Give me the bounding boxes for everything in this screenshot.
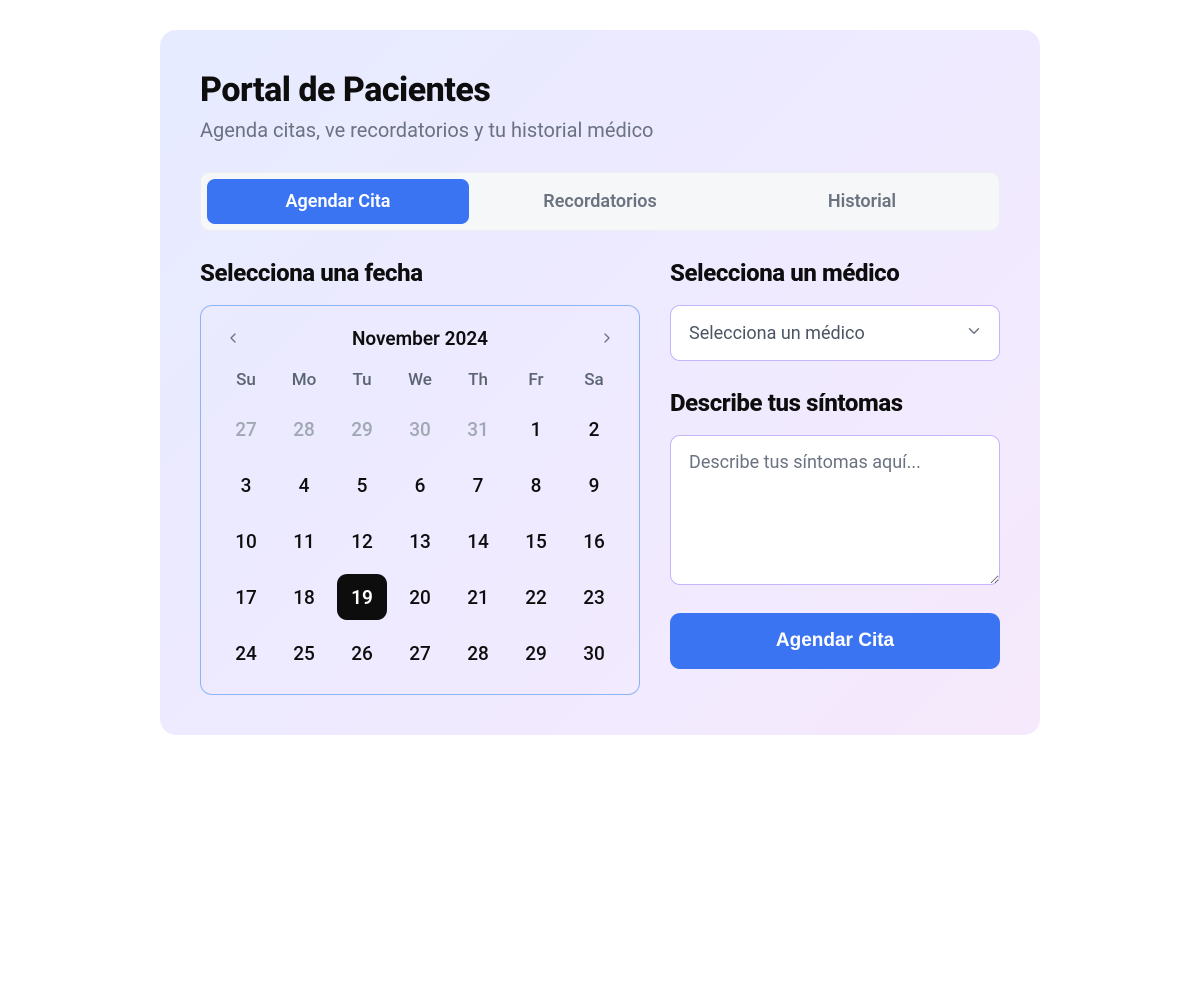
tab-history[interactable]: Historial (731, 179, 993, 224)
calendar-day[interactable]: 12 (337, 518, 387, 564)
chevron-right-icon (599, 330, 615, 346)
calendar-day-outside[interactable]: 28 (279, 406, 329, 452)
calendar-day[interactable]: 11 (279, 518, 329, 564)
calendar-grid: SuMoTuWeThFrSa27282930311234567891011121… (219, 370, 621, 670)
calendar-day[interactable]: 8 (511, 462, 561, 508)
tab-schedule[interactable]: Agendar Cita (207, 179, 469, 224)
calendar-weekday: Mo (277, 370, 331, 390)
tabs: Agendar Cita Recordatorios Historial (200, 172, 1000, 231)
calendar-day[interactable]: 20 (395, 574, 445, 620)
tab-reminders[interactable]: Recordatorios (469, 179, 731, 224)
calendar-header: November 2024 (219, 324, 621, 352)
calendar-day[interactable]: 26 (337, 630, 387, 676)
calendar-day[interactable]: 3 (221, 462, 271, 508)
calendar-day[interactable]: 7 (453, 462, 503, 508)
schedule-button[interactable]: Agendar Cita (670, 613, 1000, 669)
calendar-day[interactable]: 29 (511, 630, 561, 676)
calendar-day[interactable]: 25 (279, 630, 329, 676)
calendar-day[interactable]: 27 (395, 630, 445, 676)
form-column: Selecciona un médico Selecciona un médic… (670, 259, 1000, 695)
calendar-day[interactable]: 28 (453, 630, 503, 676)
calendar-day-outside[interactable]: 27 (221, 406, 271, 452)
calendar-day[interactable]: 30 (569, 630, 619, 676)
calendar-day-outside[interactable]: 29 (337, 406, 387, 452)
calendar-weekday: Th (451, 370, 505, 390)
calendar-day[interactable]: 24 (221, 630, 271, 676)
calendar-day-today[interactable]: 19 (337, 574, 387, 620)
calendar-day[interactable]: 4 (279, 462, 329, 508)
calendar-weekday: Sa (567, 370, 621, 390)
calendar-day[interactable]: 9 (569, 462, 619, 508)
calendar-day[interactable]: 21 (453, 574, 503, 620)
calendar-day[interactable]: 15 (511, 518, 561, 564)
calendar-day[interactable]: 6 (395, 462, 445, 508)
calendar-day[interactable]: 22 (511, 574, 561, 620)
calendar-day-outside[interactable]: 30 (395, 406, 445, 452)
calendar-month-label: November 2024 (352, 327, 488, 350)
calendar-day[interactable]: 23 (569, 574, 619, 620)
calendar-day[interactable]: 18 (279, 574, 329, 620)
select-doctor-title: Selecciona un médico (670, 259, 1000, 287)
calendar-weekday: We (393, 370, 447, 390)
chevron-left-icon (225, 330, 241, 346)
page-subtitle: Agenda citas, ve recordatorios y tu hist… (200, 118, 1000, 142)
calendar-day-outside[interactable]: 31 (453, 406, 503, 452)
calendar-weekday: Fr (509, 370, 563, 390)
patient-portal-card: Portal de Pacientes Agenda citas, ve rec… (160, 30, 1040, 735)
calendar-day[interactable]: 5 (337, 462, 387, 508)
symptoms-title: Describe tus síntomas (670, 389, 1000, 417)
calendar-weekday: Tu (335, 370, 389, 390)
calendar-day[interactable]: 14 (453, 518, 503, 564)
doctor-select[interactable]: Selecciona un médico (670, 305, 1000, 361)
doctor-select-placeholder: Selecciona un médico (689, 323, 865, 344)
calendar-day[interactable]: 17 (221, 574, 271, 620)
symptoms-textarea[interactable] (670, 435, 1000, 585)
date-column: Selecciona una fecha November 2024 SuMoT… (200, 259, 640, 695)
page-title: Portal de Pacientes (200, 70, 1000, 110)
calendar-weekday: Su (219, 370, 273, 390)
content: Selecciona una fecha November 2024 SuMoT… (200, 259, 1000, 695)
calendar-next-button[interactable] (593, 324, 621, 352)
chevron-down-icon (965, 322, 983, 344)
calendar-day[interactable]: 2 (569, 406, 619, 452)
calendar-prev-button[interactable] (219, 324, 247, 352)
calendar-day[interactable]: 16 (569, 518, 619, 564)
calendar-day[interactable]: 10 (221, 518, 271, 564)
calendar-day[interactable]: 1 (511, 406, 561, 452)
calendar: November 2024 SuMoTuWeThFrSa272829303112… (200, 305, 640, 695)
calendar-day[interactable]: 13 (395, 518, 445, 564)
select-date-title: Selecciona una fecha (200, 259, 640, 287)
